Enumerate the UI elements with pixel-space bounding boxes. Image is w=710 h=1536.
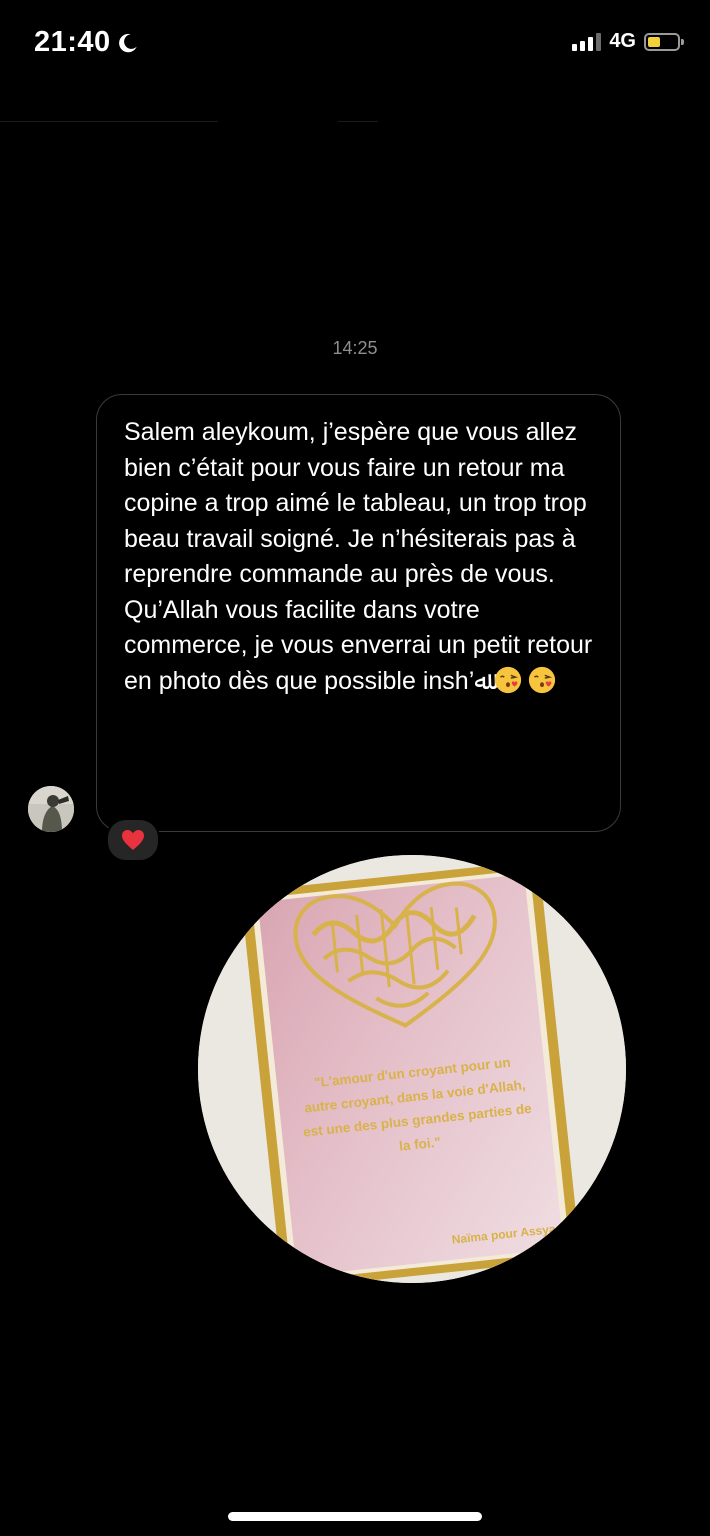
frame-photo: "L'amour d'un croyant pour un autre croy… [198, 855, 626, 1283]
header-divider-left [0, 121, 218, 122]
heart-icon [122, 830, 144, 850]
message-body: Salem aleykoum, j’espère que vous allez … [124, 418, 593, 695]
status-bar: 21:40 4G [0, 0, 710, 88]
received-message-bubble[interactable]: Salem aleykoum, j’espère que vous allez … [96, 394, 621, 832]
cellular-signal-icon [572, 32, 602, 51]
avatar-photo [28, 786, 74, 832]
photo-message[interactable]: "L'amour d'un croyant pour un autre croy… [198, 855, 626, 1283]
sender-avatar[interactable] [28, 786, 74, 832]
message-text: Salem aleykoum, j’espère que vous allez … [124, 415, 594, 699]
moon-icon [118, 33, 137, 52]
network-type-label: 4G [609, 30, 636, 52]
face-blowing-kiss-icon [528, 666, 556, 693]
header-divider-right [338, 121, 378, 122]
status-time: 21:40 [34, 26, 139, 59]
message-timestamp: 14:25 [332, 338, 378, 358]
status-time-label: 21:40 [34, 26, 111, 58]
battery-icon [644, 32, 684, 51]
home-indicator[interactable] [228, 1512, 482, 1521]
status-indicators: 4G [572, 30, 684, 53]
message-reaction[interactable] [106, 818, 160, 862]
face-blowing-kiss-icon [494, 666, 522, 693]
